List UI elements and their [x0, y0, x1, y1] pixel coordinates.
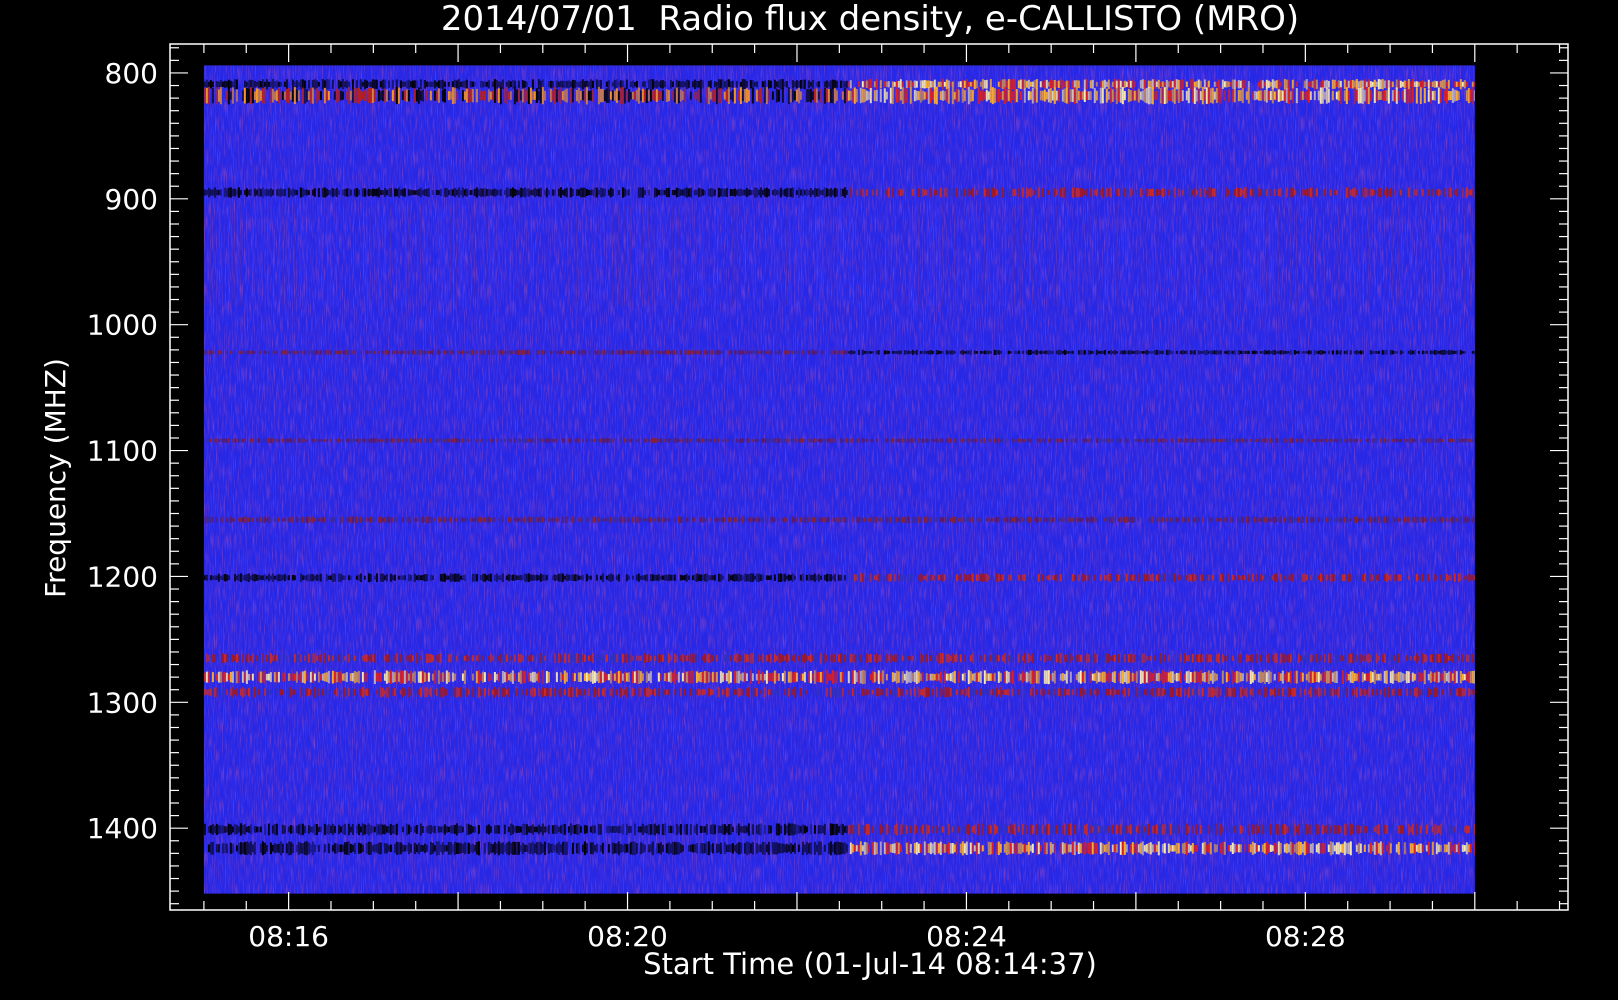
x-axis-label: Start Time (01-Jul-14 08:14:37): [643, 947, 1097, 981]
x-tick-label: 08:28: [1265, 920, 1346, 953]
x-tick-label: 08:20: [587, 920, 668, 953]
y-tick-label: 1300: [87, 686, 158, 719]
y-axis-label: Frequency (MHZ): [39, 358, 72, 598]
spectrogram-heatmap: [203, 65, 1475, 894]
y-tick-label: 900: [105, 183, 158, 216]
x-tick-label: 08:24: [926, 920, 1007, 953]
y-tick-label: 1400: [87, 812, 158, 845]
y-tick-label: 800: [105, 57, 158, 90]
chart-title: 2014/07/01 Radio flux density, e-CALLIST…: [441, 0, 1299, 39]
emission-band: [205, 652, 1475, 664]
y-tick-label: 1200: [87, 560, 158, 593]
spectrogram-chart: 2014/07/01 Radio flux density, e-CALLIST…: [0, 0, 1618, 1000]
y-tick-label: 1100: [87, 435, 158, 468]
emission-band: [205, 437, 1475, 444]
x-tick-label: 08:16: [248, 920, 329, 953]
y-tick-label: 1000: [87, 309, 158, 342]
